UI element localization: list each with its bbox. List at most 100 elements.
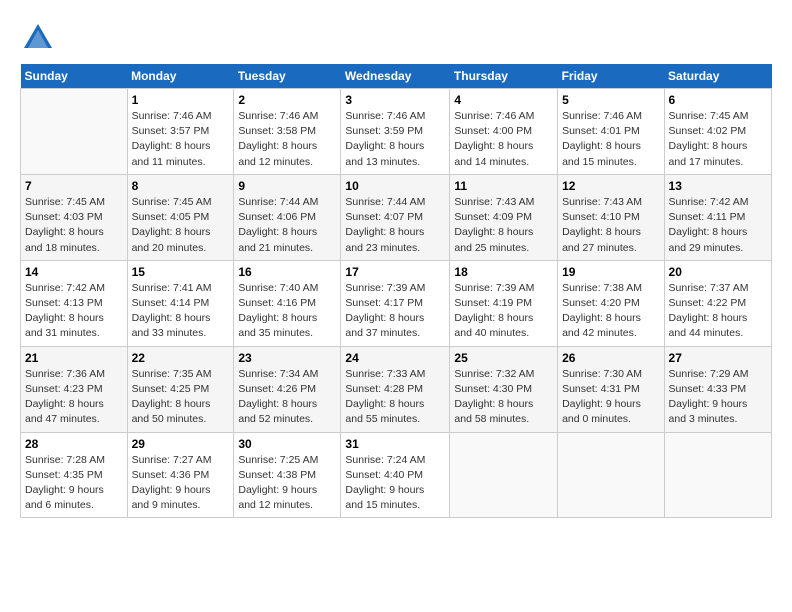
day-number: 22: [132, 351, 230, 365]
day-info: Sunrise: 7:39 AM Sunset: 4:17 PM Dayligh…: [345, 281, 445, 342]
day-info: Sunrise: 7:42 AM Sunset: 4:11 PM Dayligh…: [669, 195, 767, 256]
day-info: Sunrise: 7:41 AM Sunset: 4:14 PM Dayligh…: [132, 281, 230, 342]
day-number: 23: [238, 351, 336, 365]
day-number: 18: [454, 265, 553, 279]
day-number: 20: [669, 265, 767, 279]
calendar-cell: 18Sunrise: 7:39 AM Sunset: 4:19 PM Dayli…: [450, 260, 558, 346]
day-number: 30: [238, 437, 336, 451]
day-number: 10: [345, 179, 445, 193]
column-header-thursday: Thursday: [450, 64, 558, 89]
day-number: 26: [562, 351, 659, 365]
day-info: Sunrise: 7:44 AM Sunset: 4:06 PM Dayligh…: [238, 195, 336, 256]
calendar-cell: 20 Sunrise: 7:37 AM Sunset: 4:22 PM Dayli…: [664, 260, 771, 346]
day-number: 17: [345, 265, 445, 279]
column-header-tuesday: Tuesday: [234, 64, 341, 89]
day-info: Sunrise: 7:30 AM Sunset: 4:31 PM Dayligh…: [562, 367, 659, 428]
day-number: 4: [454, 93, 553, 107]
day-number: 7: [25, 179, 123, 193]
day-info: Sunrise: 7:32 AM Sunset: 4:30 PM Dayligh…: [454, 367, 553, 428]
calendar-cell: 24 Sunrise: 7:33 AM Sunset: 4:28 PM Dayli…: [341, 346, 450, 432]
logo: [20, 20, 58, 56]
day-info: Sunrise: 7:25 AM Sunset: 4:38 PM Dayligh…: [238, 453, 336, 514]
day-info: Sunrise: 7:24 AM Sunset: 4:40 PM Dayligh…: [345, 453, 445, 514]
day-info: Sunrise: 7:27 AM Sunset: 4:36 PM Dayligh…: [132, 453, 230, 514]
page: SundayMondayTuesdayWednesdayThursdayFrid…: [0, 0, 792, 612]
column-header-wednesday: Wednesday: [341, 64, 450, 89]
calendar-cell: 6Sunrise: 7:45 AM Sunset: 4:02 PM Daylig…: [664, 89, 771, 175]
calendar-cell: 1Sunrise: 7:46 AM Sunset: 3:57 PM Daylig…: [127, 89, 234, 175]
week-row-4: 21 Sunrise: 7:36 AM Sunset: 4:23 PM Dayli…: [21, 346, 772, 432]
day-number: 19: [562, 265, 659, 279]
day-number: 16: [238, 265, 336, 279]
calendar-cell: 21 Sunrise: 7:36 AM Sunset: 4:23 PM Dayli…: [21, 346, 128, 432]
column-header-friday: Friday: [558, 64, 664, 89]
week-row-2: 7 Sunrise: 7:45 AM Sunset: 4:03 PM Daylig…: [21, 174, 772, 260]
calendar-cell: 19 Sunrise: 7:38 AM Sunset: 4:20 PM Dayli…: [558, 260, 664, 346]
header: [20, 16, 772, 56]
calendar-cell: 30 Sunrise: 7:25 AM Sunset: 4:38 PM Dayli…: [234, 432, 341, 518]
day-info: Sunrise: 7:45 AM Sunset: 4:05 PM Dayligh…: [132, 195, 230, 256]
day-info: Sunrise: 7:28 AM Sunset: 4:35 PM Dayligh…: [25, 453, 123, 514]
day-number: 28: [25, 437, 123, 451]
calendar-cell: 29 Sunrise: 7:27 AM Sunset: 4:36 PM Dayli…: [127, 432, 234, 518]
day-info: Sunrise: 7:43 AM Sunset: 4:09 PM Dayligh…: [454, 195, 553, 256]
calendar-cell: 3Sunrise: 7:46 AM Sunset: 3:59 PM Daylig…: [341, 89, 450, 175]
calendar-cell: 11 Sunrise: 7:43 AM Sunset: 4:09 PM Dayli…: [450, 174, 558, 260]
day-number: 25: [454, 351, 553, 365]
calendar-cell: 25 Sunrise: 7:32 AM Sunset: 4:30 PM Dayli…: [450, 346, 558, 432]
calendar-cell: 10Sunrise: 7:44 AM Sunset: 4:07 PM Dayli…: [341, 174, 450, 260]
day-number: 15: [132, 265, 230, 279]
calendar-cell: 26 Sunrise: 7:30 AM Sunset: 4:31 PM Dayli…: [558, 346, 664, 432]
day-number: 24: [345, 351, 445, 365]
calendar-table: SundayMondayTuesdayWednesdayThursdayFrid…: [20, 64, 772, 518]
calendar-cell: 15 Sunrise: 7:41 AM Sunset: 4:14 PM Dayli…: [127, 260, 234, 346]
calendar-cell: 17 Sunrise: 7:39 AM Sunset: 4:17 PM Dayli…: [341, 260, 450, 346]
calendar-cell: [450, 432, 558, 518]
day-info: Sunrise: 7:46 AM Sunset: 4:00 PM Dayligh…: [454, 109, 553, 170]
day-number: 27: [669, 351, 767, 365]
day-info: Sunrise: 7:45 AM Sunset: 4:03 PM Dayligh…: [25, 195, 123, 256]
day-info: Sunrise: 7:43 AM Sunset: 4:10 PM Dayligh…: [562, 195, 659, 256]
column-header-sunday: Sunday: [21, 64, 128, 89]
day-info: Sunrise: 7:34 AM Sunset: 4:26 PM Dayligh…: [238, 367, 336, 428]
week-row-3: 14 Sunrise: 7:42 AM Sunset: 4:13 PM Dayli…: [21, 260, 772, 346]
day-info: Sunrise: 7:37 AM Sunset: 4:22 PM Dayligh…: [669, 281, 767, 342]
day-number: 29: [132, 437, 230, 451]
day-info: Sunrise: 7:45 AM Sunset: 4:02 PM Dayligh…: [669, 109, 767, 170]
day-info: Sunrise: 7:33 AM Sunset: 4:28 PM Dayligh…: [345, 367, 445, 428]
calendar-cell: [21, 89, 128, 175]
logo-icon: [20, 20, 56, 56]
day-number: 9: [238, 179, 336, 193]
day-number: 12: [562, 179, 659, 193]
day-number: 11: [454, 179, 553, 193]
day-number: 14: [25, 265, 123, 279]
day-info: Sunrise: 7:36 AM Sunset: 4:23 PM Dayligh…: [25, 367, 123, 428]
day-number: 21: [25, 351, 123, 365]
calendar-cell: 16Sunrise: 7:40 AM Sunset: 4:16 PM Dayli…: [234, 260, 341, 346]
calendar-cell: 13 Sunrise: 7:42 AM Sunset: 4:11 PM Dayli…: [664, 174, 771, 260]
header-row: SundayMondayTuesdayWednesdayThursdayFrid…: [21, 64, 772, 89]
calendar-cell: 28 Sunrise: 7:28 AM Sunset: 4:35 PM Dayli…: [21, 432, 128, 518]
calendar-cell: 9 Sunrise: 7:44 AM Sunset: 4:06 PM Daylig…: [234, 174, 341, 260]
week-row-1: 1Sunrise: 7:46 AM Sunset: 3:57 PM Daylig…: [21, 89, 772, 175]
day-info: Sunrise: 7:46 AM Sunset: 3:57 PM Dayligh…: [132, 109, 230, 170]
day-number: 5: [562, 93, 659, 107]
day-info: Sunrise: 7:46 AM Sunset: 3:58 PM Dayligh…: [238, 109, 336, 170]
column-header-monday: Monday: [127, 64, 234, 89]
calendar-cell: [664, 432, 771, 518]
day-number: 31: [345, 437, 445, 451]
calendar-cell: 23 Sunrise: 7:34 AM Sunset: 4:26 PM Dayli…: [234, 346, 341, 432]
day-number: 2: [238, 93, 336, 107]
day-info: Sunrise: 7:29 AM Sunset: 4:33 PM Dayligh…: [669, 367, 767, 428]
day-number: 8: [132, 179, 230, 193]
calendar-cell: 31 Sunrise: 7:24 AM Sunset: 4:40 PM Dayli…: [341, 432, 450, 518]
calendar-cell: 27 Sunrise: 7:29 AM Sunset: 4:33 PM Dayli…: [664, 346, 771, 432]
day-info: Sunrise: 7:35 AM Sunset: 4:25 PM Dayligh…: [132, 367, 230, 428]
day-info: Sunrise: 7:38 AM Sunset: 4:20 PM Dayligh…: [562, 281, 659, 342]
day-info: Sunrise: 7:42 AM Sunset: 4:13 PM Dayligh…: [25, 281, 123, 342]
column-header-saturday: Saturday: [664, 64, 771, 89]
calendar-cell: 4 Sunrise: 7:46 AM Sunset: 4:00 PM Daylig…: [450, 89, 558, 175]
calendar-cell: 2 Sunrise: 7:46 AM Sunset: 3:58 PM Daylig…: [234, 89, 341, 175]
calendar-cell: 7 Sunrise: 7:45 AM Sunset: 4:03 PM Daylig…: [21, 174, 128, 260]
day-number: 13: [669, 179, 767, 193]
